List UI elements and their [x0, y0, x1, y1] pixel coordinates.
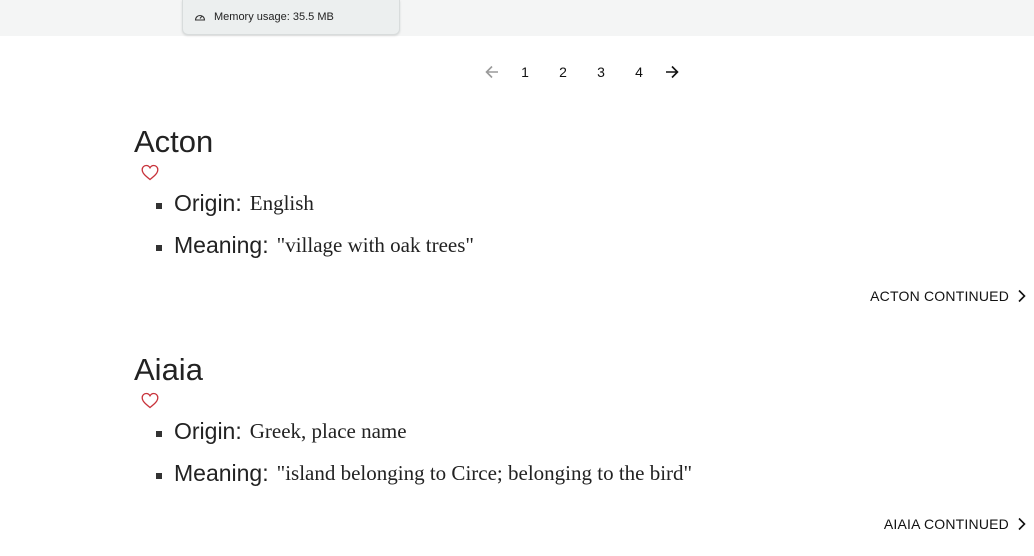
acton-continued-link[interactable]: ACTON CONTINUED — [870, 288, 1026, 304]
next-page-button[interactable] — [658, 58, 686, 86]
aiaia-continued-link[interactable]: AIAIA CONTINUED — [884, 516, 1026, 532]
meaning-row: Meaning: "island belonging to Circe; bel… — [156, 452, 692, 494]
entry-title: Aiaia — [134, 352, 203, 387]
prev-page-button[interactable] — [478, 58, 506, 86]
entry-title: Acton — [134, 124, 214, 159]
meaning-value: "village with oak trees" — [276, 232, 474, 257]
heart-icon — [141, 392, 159, 409]
name-entry: Aiaia Origin: Greek, place name Meaning:… — [134, 352, 1034, 486]
origin-label: Origin: — [174, 417, 242, 444]
entry-details: Origin: Greek, place name Meaning: "isla… — [156, 410, 692, 494]
entry-details: Origin: English Meaning: "village with o… — [156, 182, 474, 266]
pagination: 1 2 3 4 — [478, 58, 686, 86]
page-4-button[interactable]: 4 — [620, 64, 658, 80]
continue-label: AIAIA CONTINUED — [883, 516, 1009, 532]
meaning-value: "island belonging to Circe; belonging to… — [276, 460, 693, 485]
name-entry: Acton Origin: English Meaning: "village … — [134, 124, 1034, 258]
favorite-button[interactable] — [141, 164, 159, 181]
origin-value: English — [249, 190, 314, 215]
page-3-button[interactable]: 3 — [582, 64, 620, 80]
top-bar — [0, 0, 1034, 36]
meaning-label: Meaning: — [174, 459, 269, 486]
favorite-button[interactable] — [141, 392, 159, 409]
origin-value: Greek, place name — [249, 418, 407, 443]
arrow-right-icon — [666, 65, 679, 79]
chevron-right-icon — [1018, 289, 1026, 303]
page-2-button[interactable]: 2 — [544, 64, 582, 80]
origin-label: Origin: — [174, 189, 242, 216]
gauge-icon — [194, 14, 206, 21]
meaning-label: Meaning: — [174, 231, 269, 258]
memory-usage-tooltip: Memory usage: 35.5 MB — [182, 0, 400, 35]
chevron-right-icon — [1018, 517, 1026, 531]
arrow-left-icon — [485, 65, 498, 79]
page-1-button[interactable]: 1 — [506, 64, 544, 80]
continue-label: ACTON CONTINUED — [870, 288, 1009, 304]
heart-icon — [141, 164, 159, 181]
origin-row: Origin: English — [156, 182, 474, 224]
meaning-row: Meaning: "village with oak trees" — [156, 224, 474, 266]
origin-row: Origin: Greek, place name — [156, 410, 692, 452]
memory-usage-label: Memory usage: 35.5 MB — [214, 11, 334, 23]
